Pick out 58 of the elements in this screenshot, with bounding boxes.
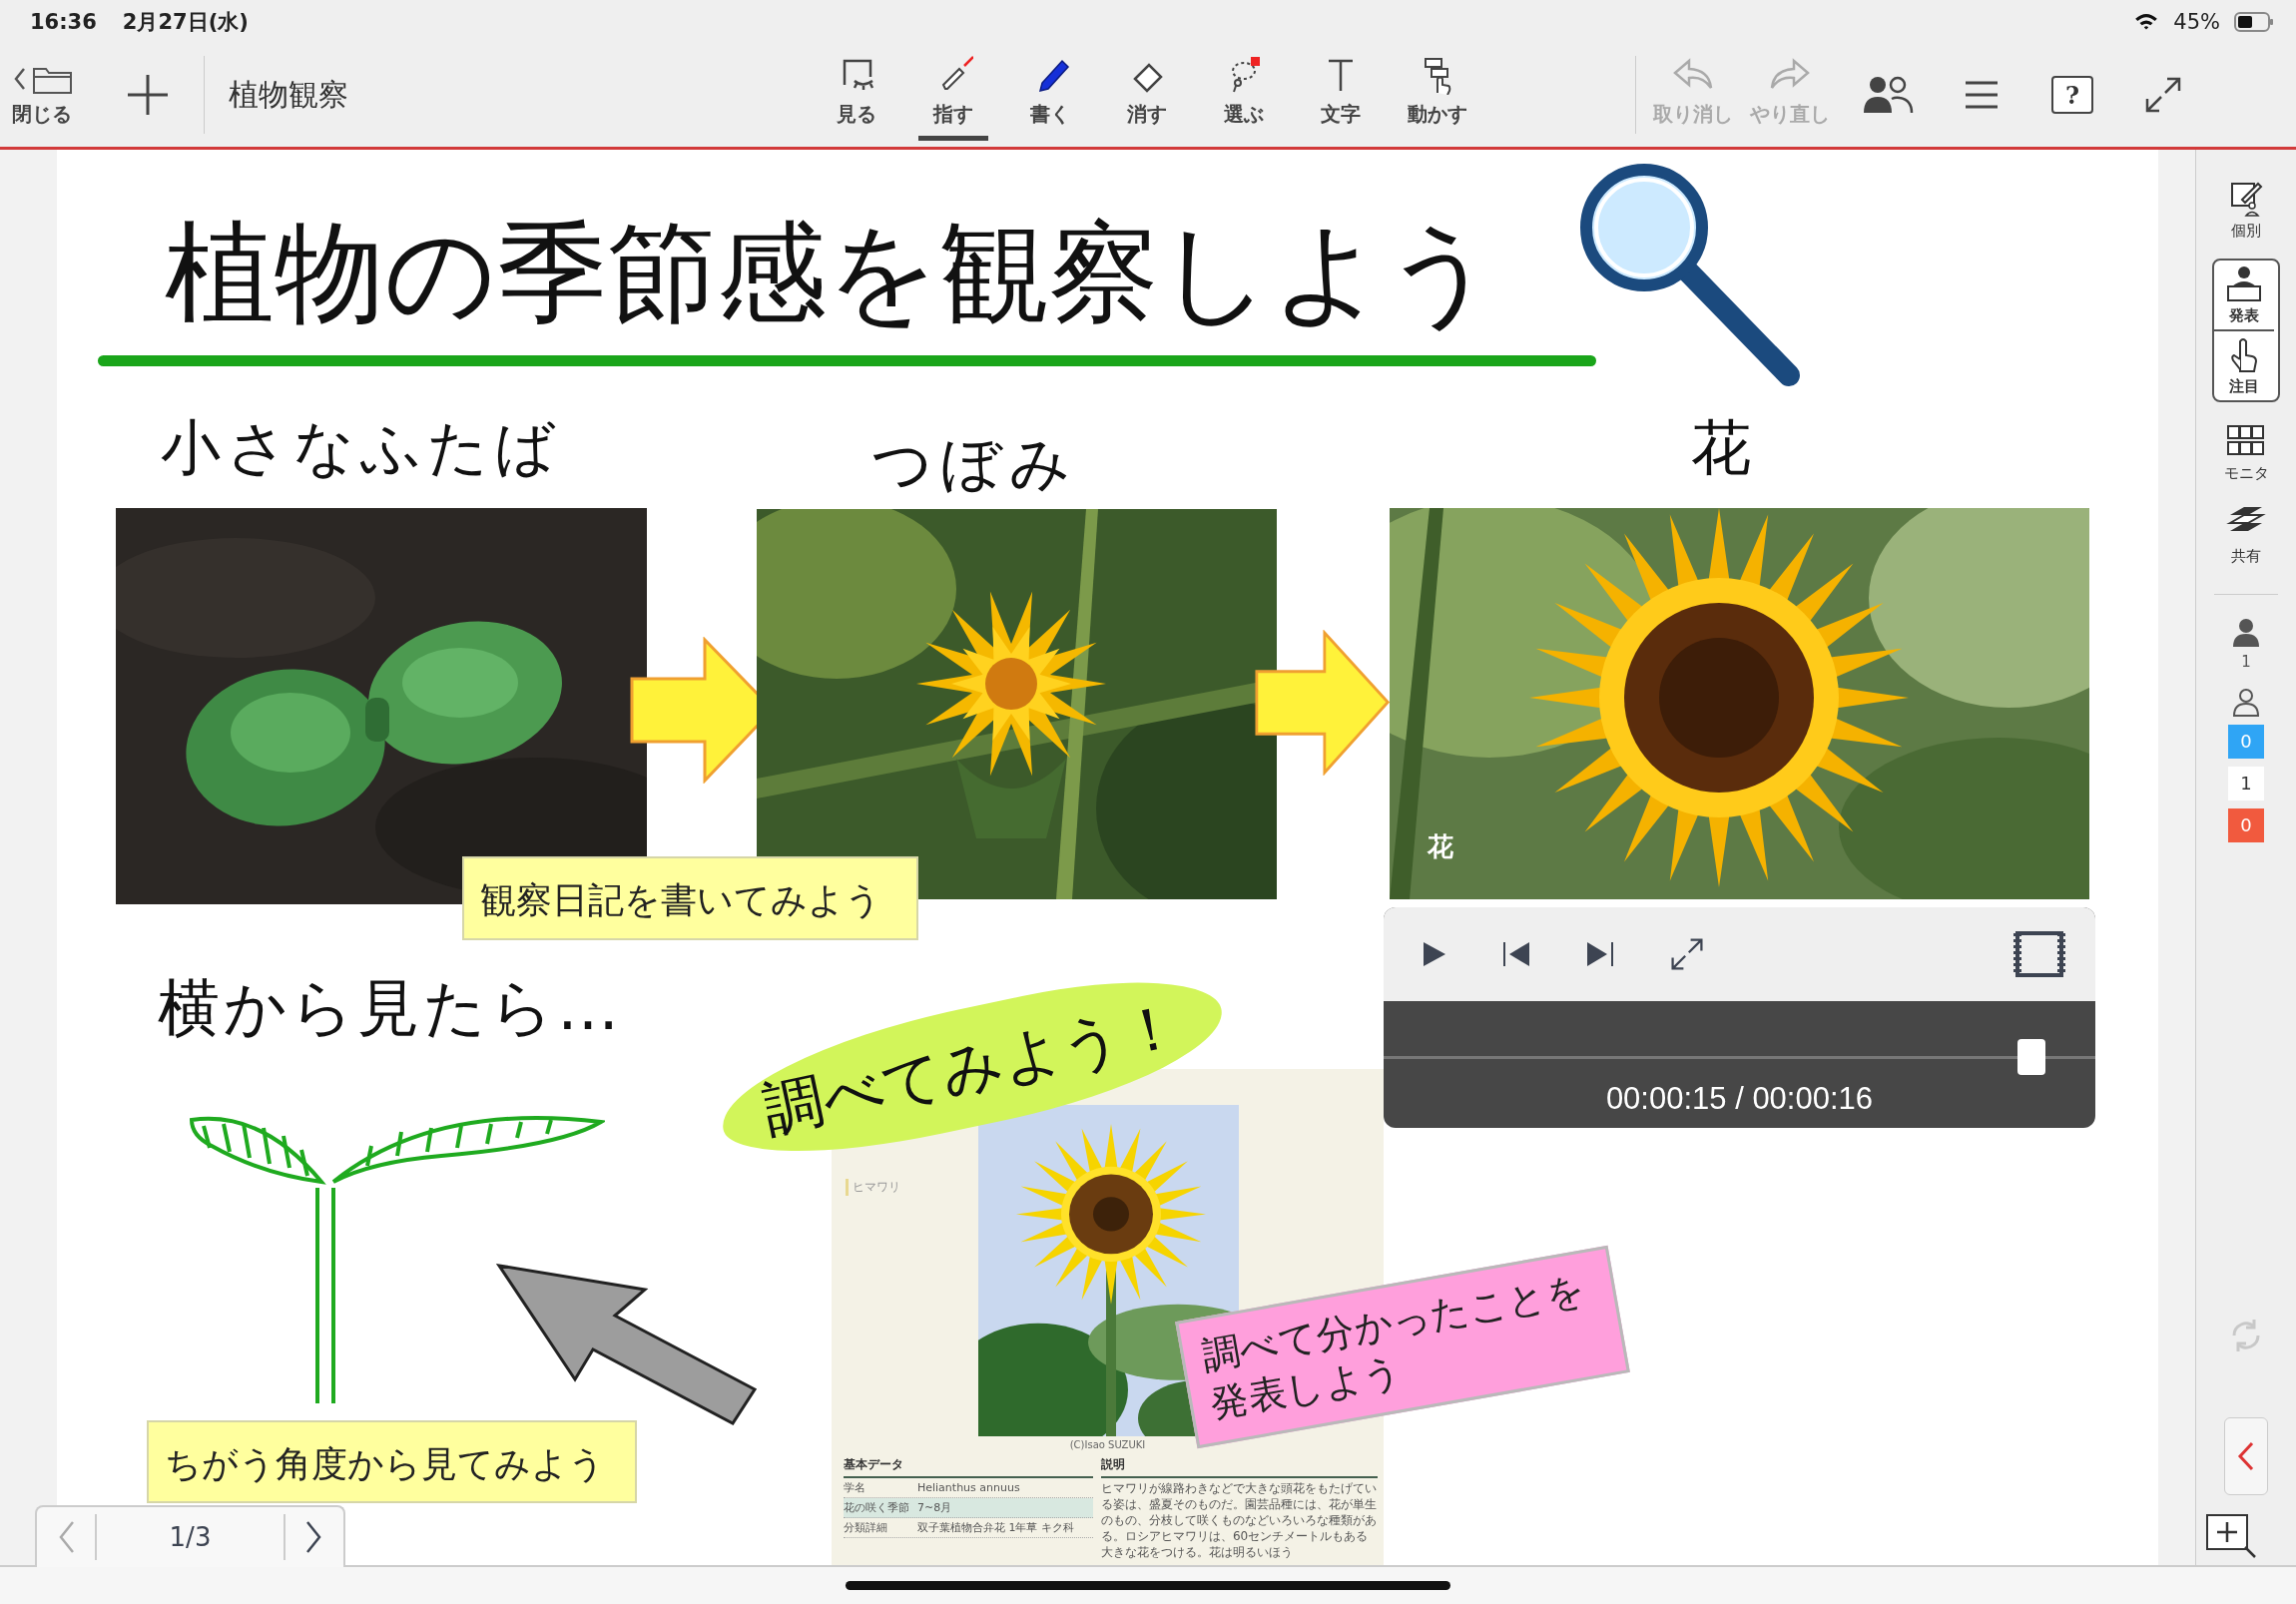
table-cell-text: 学名 [843,1479,866,1495]
handwritten-label: 横から見たら… [157,969,623,1046]
wifi-icon [2133,11,2160,32]
battery-icon [2234,11,2274,32]
table-cell: 7~8月 [916,1499,952,1515]
sidebar-item[interactable]: 注目 [2214,328,2274,400]
film-icon[interactable] [2012,930,2065,977]
count-badge: 0 [2228,807,2264,842]
handwritten-label: 花 [1690,410,1751,483]
pointer-arrow-icon [494,1261,759,1427]
table-cell: 双子葉植物合弁花 1年草 キク科 [916,1519,1074,1535]
section-heading: 説明 [1100,1455,1378,1478]
tool-button[interactable]: 動かす [1402,49,1472,142]
tool-button[interactable]: 指す [917,49,988,142]
expand-icon[interactable] [1668,935,1705,972]
handwritten-label: つぼみ [870,426,1078,499]
tool-button[interactable]: 見る [821,49,891,142]
battery-percent: 45% [2173,9,2220,34]
table-cell-text: 分類詳細 [843,1519,888,1535]
document-heading: ヒマワリ [845,1178,900,1196]
handwritten-label: 小さなふたば [160,410,561,483]
slider-thumb[interactable] [2017,1038,2046,1075]
tool-button[interactable]: 文字 [1305,49,1376,142]
photo-credit: (C)Isao SUZUKI [1068,1438,1147,1450]
section-heading: 基本データ [843,1455,1093,1478]
person-icon [2231,616,2261,647]
board-title: 植物の季節感を観察しよう [164,209,1497,336]
sidebar-item[interactable]: 個別 [2214,175,2278,245]
video-time: 00:00:15 / 00:00:16 [1605,1080,1874,1117]
sidebar-item[interactable]: 発表 [2214,260,2274,329]
page-number: 1/3 [168,1521,213,1552]
online-count: 1 [2241,652,2251,671]
tool-button[interactable]: 書く [1014,49,1085,142]
table-cell-text: 花の咲く季節 [843,1499,910,1515]
sticky-note: 観察日記を書いてみよう [461,855,918,940]
status-date: 2月27日(水) [122,8,249,36]
chevron-left-icon [2236,1441,2256,1472]
close-button[interactable]: 閉じる [12,62,112,128]
add-icon[interactable] [126,73,170,118]
sidebar-item[interactable]: モニタ [2214,417,2278,487]
count-badge: 1 [2228,766,2264,801]
count-badge: 0 [2228,724,2264,759]
tool-button[interactable]: 消す [1111,49,1182,142]
tool-button[interactable]: 選ぶ [1208,49,1279,142]
table-cell: Helianthus annuus [916,1480,1020,1494]
document-title: 植物観察 [229,75,349,114]
sticky-note: ちがう角度から見てみよう [146,1419,637,1503]
collapse-tab[interactable] [2224,1417,2268,1496]
next-page-icon[interactable] [303,1519,323,1554]
video-caption: 花 [1427,829,1453,863]
help-button[interactable]: ? [2051,76,2093,115]
status-time: 16:36 [30,9,97,34]
presenter-icon [2224,264,2264,304]
sidebar-item[interactable]: 共有 [2214,500,2278,570]
person-outline-icon [2231,686,2261,717]
right-arrow-icon [1254,629,1391,776]
description-text: ヒマワリが線路わきなどで大きな頭花をもたげている姿は、盛夏そのものだ。園芸品種には、花が単生のもの、分枝して咲くものなどいろいろな種類がある。ロシアヒマワリは、60センチメートルもある大きな花をつける。花は明るいほう [1100,1479,1378,1560]
seek-slider[interactable] [1383,1038,2095,1075]
